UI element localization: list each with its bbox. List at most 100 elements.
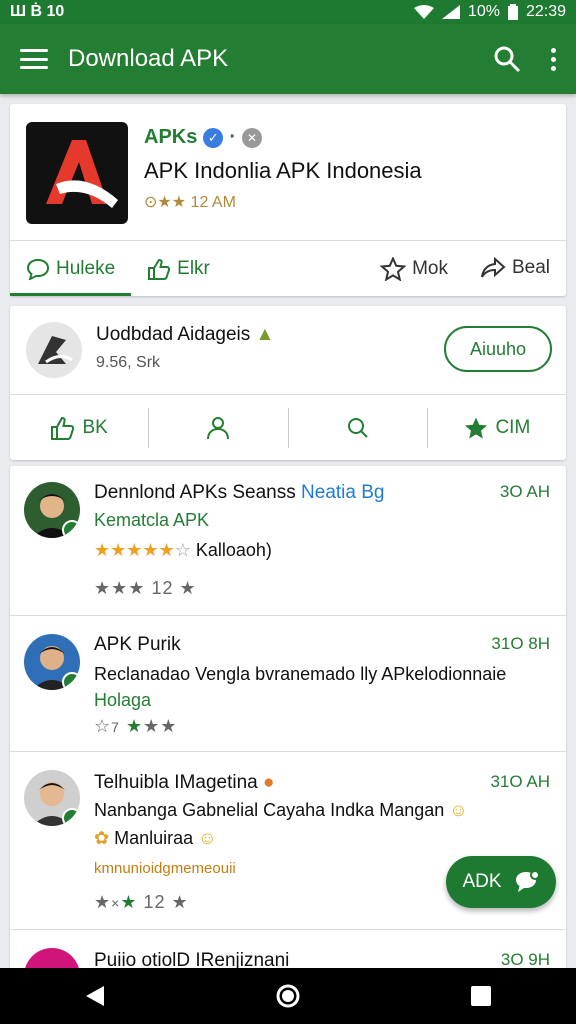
list-item[interactable]: Puiio otiolD IRenjiznani 3O 9H [10, 930, 566, 970]
reviewer-avatar[interactable] [24, 634, 80, 690]
like-action[interactable]: BK [10, 408, 148, 448]
review-text: Reclanadao Vengla bvranemado lly APkelod… [94, 664, 507, 684]
favorite-label: CIM [495, 416, 531, 438]
developer-card: Uodbdad Aidageis ▲ 9.56, Srk Aiuuho BK C… [10, 306, 566, 460]
rating-stars-icon: ★★★★★ [94, 540, 175, 560]
reviewer-name-text: Telhuibla IMagetina [94, 772, 258, 793]
tab-label: Mok [412, 257, 448, 279]
rating-stars-icon: ⊙★★ [144, 194, 187, 211]
star-outline-icon [380, 256, 407, 281]
badge-icon: ✕ [242, 127, 263, 148]
reviewer-name-text: Dennlond APKs Seanss [94, 482, 296, 503]
signal-icon [441, 5, 460, 19]
reviewer-name: Puiio otiolD IRenjiznani [94, 950, 290, 970]
leaf-icon: ▲ [255, 324, 275, 345]
status-right: 10% 22:39 [413, 3, 566, 21]
reviewer-name: APK Purik [94, 634, 181, 655]
fab-label: ADK [462, 871, 502, 892]
review-time: 3O 9H [500, 950, 550, 969]
thumbs-up-icon [148, 258, 171, 280]
status-left: Ш Ḃ 10 [10, 3, 64, 21]
developer-name: Uodbdad Aidageis ▲ [96, 324, 274, 346]
favorite-action[interactable]: CIM [426, 407, 566, 448]
wifi-icon [413, 5, 434, 19]
tab-mok[interactable]: Mok [364, 256, 464, 281]
battery-icon [507, 4, 518, 20]
system-nav-bar [0, 968, 576, 1024]
user-action[interactable] [148, 407, 287, 448]
chat-icon [26, 258, 50, 280]
status-bar: Ш Ḃ 10 10% 22:39 [0, 0, 576, 24]
smile-emoji-icon: ☺ [198, 828, 217, 848]
reviewer-name: Dennlond APKs Seanss Neatia Bg [94, 482, 384, 504]
page-title: Download APK [68, 45, 229, 72]
review-time: 31O AH [490, 772, 550, 791]
star-icon: ★ [179, 578, 197, 598]
review-subtitle: Holaga [94, 690, 152, 710]
app-card: APKs ✓ · ✕ APK Indonlia APK Indonesia ⊙★… [10, 104, 566, 296]
review-line2: ✿ Manluiraa ☺ [94, 828, 217, 849]
back-icon[interactable] [84, 984, 106, 1008]
overflow-menu-icon[interactable] [551, 47, 556, 71]
like-count: BK [82, 416, 108, 438]
app-subtitle: APK Indonlia APK Indonesia [144, 158, 422, 183]
app-meta-text: 12 AM [190, 194, 236, 211]
verified-icon: ✓ [203, 127, 224, 148]
app-tabs: Huleke Elkr Mok Beal [10, 240, 566, 296]
home-icon[interactable] [275, 983, 301, 1009]
follow-button[interactable]: Aiuuho [444, 326, 552, 372]
verified-icon [62, 808, 80, 826]
developer-avatar[interactable] [26, 322, 82, 378]
search-icon [347, 417, 368, 438]
comment-action[interactable] [287, 407, 427, 448]
tab-label: Elkr [177, 257, 210, 279]
app-name-text: APKs [144, 126, 198, 148]
reviewer-avatar[interactable] [24, 948, 80, 970]
list-item[interactable]: APK Purik 31O 8H Reclanadao Vengla bvran… [10, 616, 566, 752]
flower-emoji-icon: ✿ [94, 828, 110, 848]
review-stars: ★★★ 12 ★ [94, 578, 197, 599]
review-time: 31O 8H [491, 634, 550, 653]
tab-elkr[interactable]: Elkr [131, 241, 226, 296]
flame-icon: ● [263, 772, 275, 793]
review-count: 12 [151, 578, 174, 598]
verified-icon [62, 520, 80, 538]
review-text: Nanbanga Gabnelial Cayaha Indka Mangan ☺ [94, 800, 468, 821]
review-subtitle: Kematcla APK [94, 510, 210, 530]
review-time: 3O AH [499, 482, 550, 501]
thumbs-up-icon [51, 416, 75, 440]
review-line2-text: Manluiraa [114, 828, 194, 848]
tab-label: Beal [511, 256, 550, 278]
review-stars: ★×★ 12 ★ [94, 892, 189, 913]
menu-icon[interactable] [20, 49, 48, 69]
reviewer-avatar[interactable] [24, 770, 80, 826]
star-icon [465, 417, 488, 438]
tab-huleke[interactable]: Huleke [10, 241, 132, 296]
app-bar: Download APK [0, 24, 576, 94]
list-item[interactable]: Dennlond APKs Seanss Neatia Bg 3O AH Kem… [10, 466, 566, 616]
tab-label: Huleke [56, 257, 116, 279]
review-rating-text: Kalloaoh) [195, 540, 272, 560]
tab-beal[interactable]: Beal [464, 256, 566, 279]
chat-bubble-icon [515, 870, 540, 892]
reviewer-tag: Neatia Bg [301, 482, 385, 503]
star-icons: ★×★ [94, 892, 138, 912]
smile-emoji-icon: ☺ [449, 800, 468, 820]
recents-icon[interactable] [470, 985, 492, 1007]
apk-fab-button[interactable]: ADK [446, 856, 556, 908]
star-icon: ★ [171, 892, 189, 912]
star-icons: ★★★ [94, 578, 146, 598]
share-icon [480, 256, 506, 278]
search-icon[interactable] [493, 45, 521, 73]
reviewer-avatar[interactable] [24, 482, 80, 538]
reviewer-name: Telhuibla IMagetina ● [94, 772, 274, 794]
review-stars: ☆7 ★★★ [94, 716, 177, 737]
review-count: 12 [143, 892, 166, 912]
status-time: 22:39 [525, 3, 566, 20]
battery-percent: 10% [467, 3, 500, 20]
developer-actions: BK CIM [10, 394, 566, 460]
star-icons: ☆7 ★★★ [94, 716, 178, 736]
review-text-content: Nanbanga Gabnelial Cayaha Indka Mangan [94, 800, 445, 820]
review-tagline: kmnunioidgmemeouii [94, 860, 236, 877]
user-icon [207, 416, 230, 439]
